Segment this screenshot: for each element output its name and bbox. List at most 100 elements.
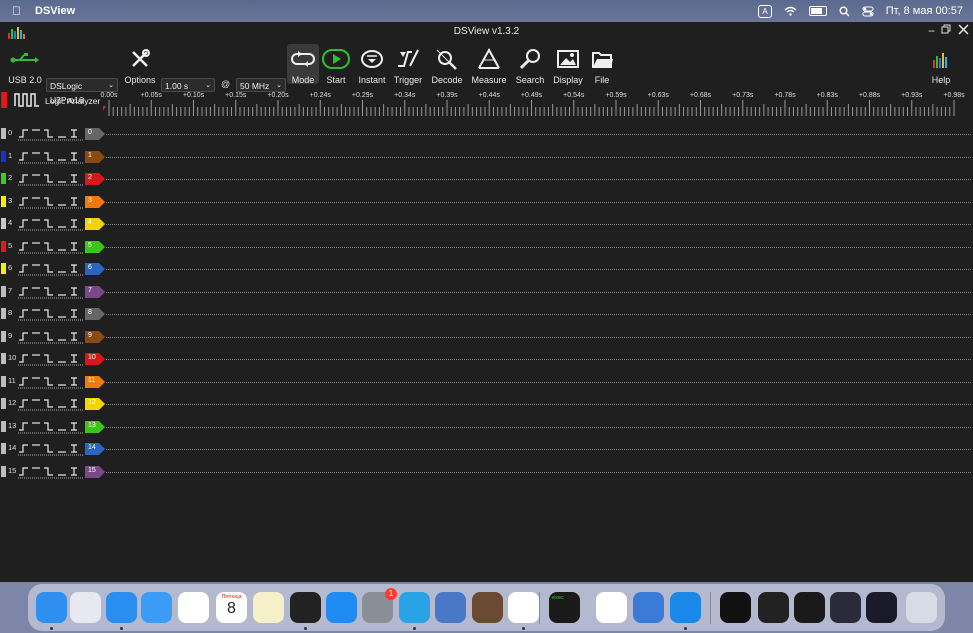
measure-button[interactable]: Measure [470, 44, 508, 85]
channel-trigger-selector[interactable] [18, 172, 84, 186]
channel-color-indicator[interactable] [1, 375, 6, 387]
falling-edge-trigger-icon[interactable] [44, 331, 53, 341]
finder-icon[interactable] [36, 592, 67, 623]
input-source-icon[interactable]: A [758, 4, 772, 18]
channel-trigger-selector[interactable] [18, 150, 84, 164]
channel-row[interactable]: 22 [0, 172, 973, 186]
channel-waveform-area[interactable] [106, 471, 971, 473]
channel-trigger-selector[interactable] [18, 420, 84, 434]
channel-waveform-area[interactable] [106, 269, 971, 270]
channel-waveform-area[interactable] [106, 359, 971, 360]
options-button[interactable]: Options [122, 44, 158, 85]
decode-button[interactable]: Decode [430, 44, 464, 85]
display-button[interactable]: Display [551, 44, 585, 85]
any-edge-trigger-icon[interactable] [71, 151, 77, 161]
channel-row[interactable]: 11 [0, 150, 973, 164]
falling-edge-trigger-icon[interactable] [44, 151, 53, 161]
channel-row[interactable]: 14 14 [0, 442, 973, 456]
channel-row[interactable]: 10 10 [0, 352, 973, 366]
rising-edge-trigger-icon[interactable] [19, 286, 28, 296]
close-window-icon[interactable] [958, 24, 969, 35]
exec-terminal-icon[interactable]: exec [549, 592, 580, 623]
channel-waveform-area[interactable] [106, 314, 971, 315]
any-edge-trigger-icon[interactable] [71, 376, 77, 386]
vscode-icon[interactable] [508, 592, 539, 623]
channel-trigger-selector[interactable] [18, 262, 84, 276]
rising-edge-trigger-icon[interactable] [19, 421, 28, 431]
any-edge-trigger-icon[interactable] [71, 264, 77, 273]
rising-edge-trigger-icon[interactable] [19, 309, 28, 318]
channel-waveform-area[interactable] [106, 156, 971, 158]
channel-trigger-selector[interactable] [18, 217, 84, 231]
rising-edge-trigger-icon[interactable] [19, 444, 28, 453]
minimize-window-icon[interactable]: − [928, 24, 935, 38]
channel-color-indicator[interactable] [1, 420, 6, 432]
falling-edge-trigger-icon[interactable] [44, 241, 53, 251]
channel-waveform-area[interactable] [106, 134, 971, 135]
falling-edge-trigger-icon[interactable] [44, 129, 53, 138]
falling-edge-trigger-icon[interactable] [44, 264, 53, 273]
channel-color-indicator[interactable] [1, 173, 6, 184]
any-edge-trigger-icon[interactable] [71, 196, 77, 206]
falling-edge-trigger-icon[interactable] [44, 286, 53, 296]
channel-row[interactable]: 66 [0, 262, 973, 276]
channel-color-indicator[interactable] [1, 263, 6, 274]
channel-trigger-selector[interactable] [18, 465, 84, 479]
simulator-icon[interactable] [435, 592, 466, 623]
preview-window-2[interactable] [758, 592, 789, 623]
channel-row[interactable]: 00 [0, 127, 973, 141]
channel-color-indicator[interactable] [1, 398, 6, 409]
terminal-icon[interactable] [290, 592, 321, 623]
channel-color-indicator[interactable] [1, 308, 6, 319]
channel-color-indicator[interactable] [1, 240, 6, 252]
rising-edge-trigger-icon[interactable] [19, 376, 28, 386]
channel-trigger-selector[interactable] [18, 375, 84, 389]
rising-edge-trigger-icon[interactable] [19, 196, 28, 206]
channel-row[interactable]: 12 12 [0, 397, 973, 411]
battery-icon[interactable] [808, 6, 827, 16]
channel-color-indicator[interactable] [1, 353, 6, 364]
channel-row[interactable]: 44 [0, 217, 973, 231]
appstore-icon[interactable] [326, 592, 357, 623]
channel-color-indicator[interactable] [1, 218, 6, 229]
any-edge-trigger-icon[interactable] [71, 354, 77, 363]
preview-window-3[interactable] [794, 592, 825, 623]
falling-edge-trigger-icon[interactable] [44, 376, 53, 386]
channel-color-indicator[interactable] [1, 465, 6, 477]
any-edge-trigger-icon[interactable] [71, 286, 77, 296]
falling-edge-trigger-icon[interactable] [44, 354, 53, 363]
rising-edge-trigger-icon[interactable] [19, 129, 28, 138]
channel-color-indicator[interactable] [1, 285, 6, 297]
any-edge-trigger-icon[interactable] [71, 466, 77, 476]
launchpad-icon[interactable] [70, 592, 101, 623]
channel-row[interactable]: 77 [0, 285, 973, 299]
rising-edge-trigger-icon[interactable] [19, 466, 28, 476]
help-button[interactable]: Help [926, 44, 956, 85]
channel-trigger-selector[interactable] [18, 285, 84, 299]
channel-waveform-area[interactable] [106, 404, 971, 405]
any-edge-trigger-icon[interactable] [71, 129, 77, 138]
channel-row[interactable]: 55 [0, 240, 973, 254]
calendar-icon[interactable]: Пятница 8 [216, 592, 247, 623]
search-button[interactable]: Search [513, 44, 547, 85]
channel-trigger-selector[interactable] [18, 352, 84, 366]
falling-edge-trigger-icon[interactable] [44, 466, 53, 476]
any-edge-trigger-icon[interactable] [71, 309, 77, 318]
falling-edge-trigger-icon[interactable] [44, 219, 53, 228]
mail-icon[interactable] [141, 592, 172, 623]
menu-app-name[interactable]: DSView [35, 5, 75, 17]
preview-window-1[interactable] [720, 592, 751, 623]
channel-color-indicator[interactable] [1, 195, 6, 207]
rising-edge-trigger-icon[interactable] [19, 399, 28, 408]
channel-waveform-area[interactable] [106, 291, 971, 293]
preview-window-4[interactable] [830, 592, 861, 623]
notes-icon[interactable] [253, 592, 284, 623]
falling-edge-trigger-icon[interactable] [44, 174, 53, 183]
mode-button[interactable]: Mode [287, 44, 319, 85]
rising-edge-trigger-icon[interactable] [19, 264, 28, 273]
channel-row[interactable]: 33 [0, 195, 973, 209]
settings-icon[interactable]: 1 [362, 588, 397, 623]
channel-color-indicator[interactable] [1, 128, 6, 139]
any-edge-trigger-icon[interactable] [71, 421, 77, 431]
restore-window-icon[interactable] [941, 24, 952, 35]
